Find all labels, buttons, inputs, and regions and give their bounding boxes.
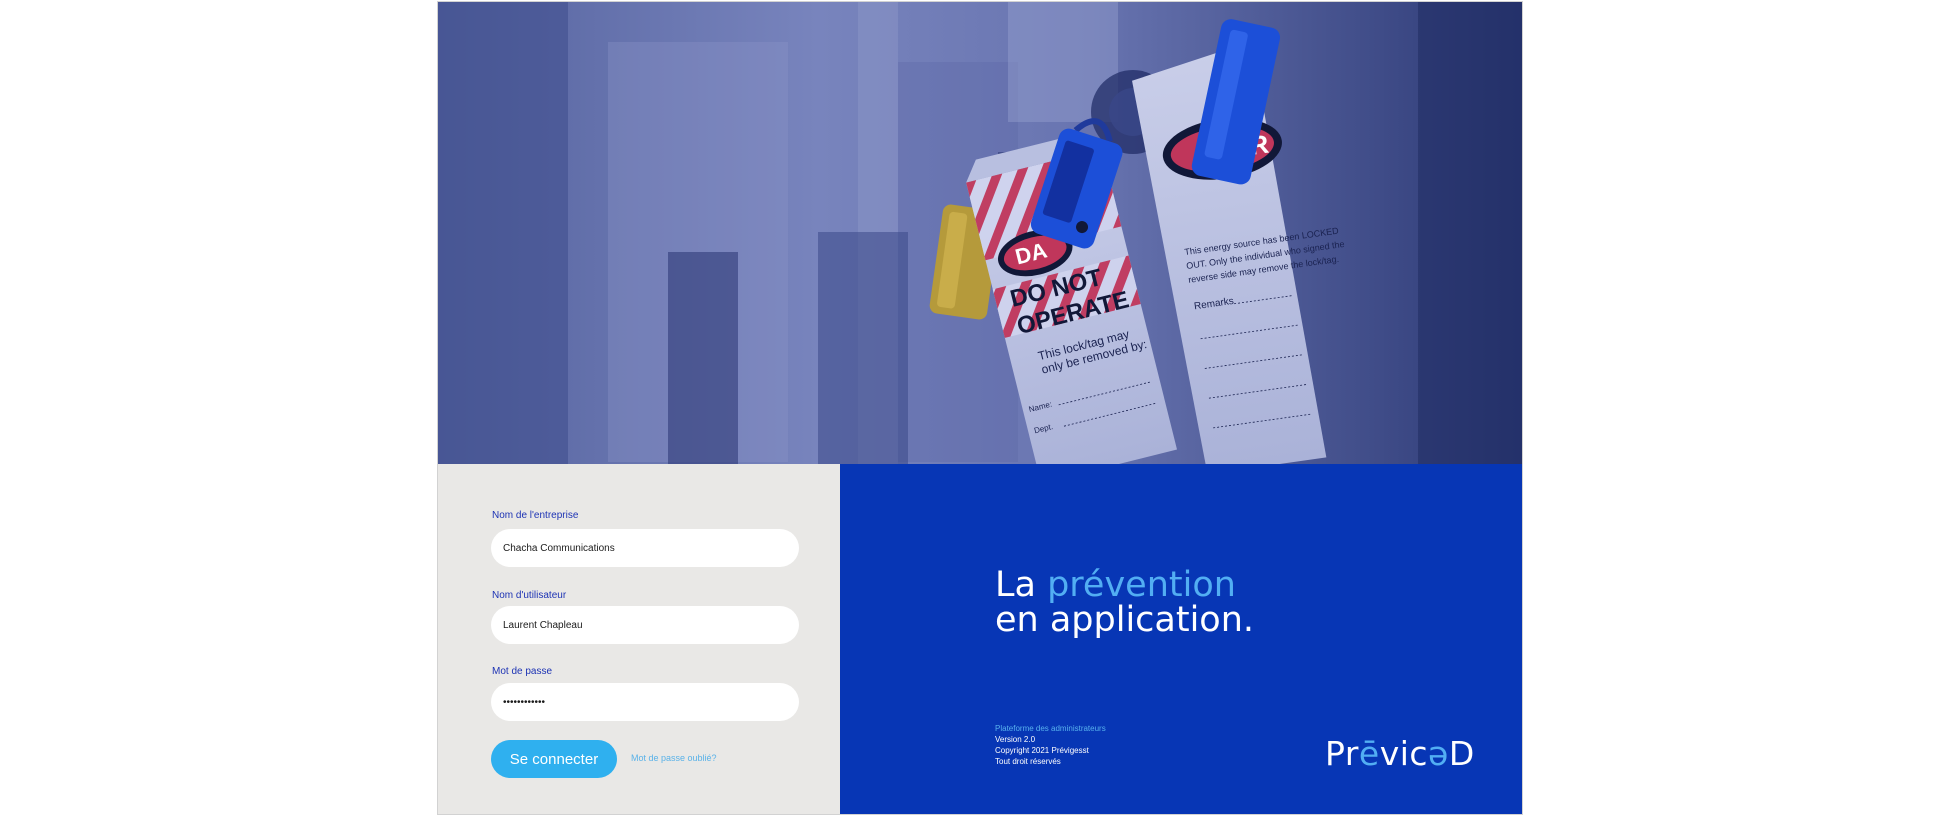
tagline-line2: en application.: [995, 600, 1255, 640]
tagline-prevention: prévention: [1047, 565, 1236, 605]
password-label: Mot de passe: [492, 666, 553, 677]
password-input[interactable]: [491, 683, 799, 721]
hero-image: DA DO NOT OPERATE This lock/tag may only…: [438, 2, 1522, 464]
rights-label: Tout droit réservés: [995, 757, 1061, 766]
company-label: Nom de l'entreprise: [492, 510, 579, 521]
username-input[interactable]: [491, 606, 799, 644]
brand-panel: La prévention en application. Plateforme…: [840, 464, 1522, 814]
company-input[interactable]: [491, 529, 799, 567]
login-screen: DA DO NOT OPERATE This lock/tag may only…: [437, 1, 1523, 815]
platform-label: Plateforme des administrateurs: [995, 724, 1106, 733]
copyright-label: Copyright 2021 Prévigesst: [995, 746, 1089, 755]
version-label: Version 2.0: [995, 735, 1036, 744]
login-button[interactable]: Se connecter: [491, 740, 617, 778]
logo-accent2: ə: [1428, 734, 1449, 773]
lockout-tags-illustration: DA DO NOT OPERATE This lock/tag may only…: [438, 2, 1522, 464]
tagline-la: La: [995, 565, 1036, 605]
logo-part3: D: [1448, 734, 1475, 773]
logo-part1: Pr: [1325, 734, 1359, 773]
login-form: Nom de l'entreprise Nom d'utilisateur Mo…: [438, 464, 840, 814]
logo-accent1: ē: [1358, 734, 1380, 773]
previcad-logo: PrēvicəD: [1325, 736, 1475, 772]
footer-info: Plateforme des administrateurs Version 2…: [995, 723, 1106, 767]
username-label: Nom d'utilisateur: [492, 590, 567, 601]
forgot-password-link[interactable]: Mot de passe oublié?: [631, 753, 717, 763]
tagline: La prévention en application.: [995, 568, 1254, 638]
logo-part2: vic: [1379, 734, 1429, 773]
